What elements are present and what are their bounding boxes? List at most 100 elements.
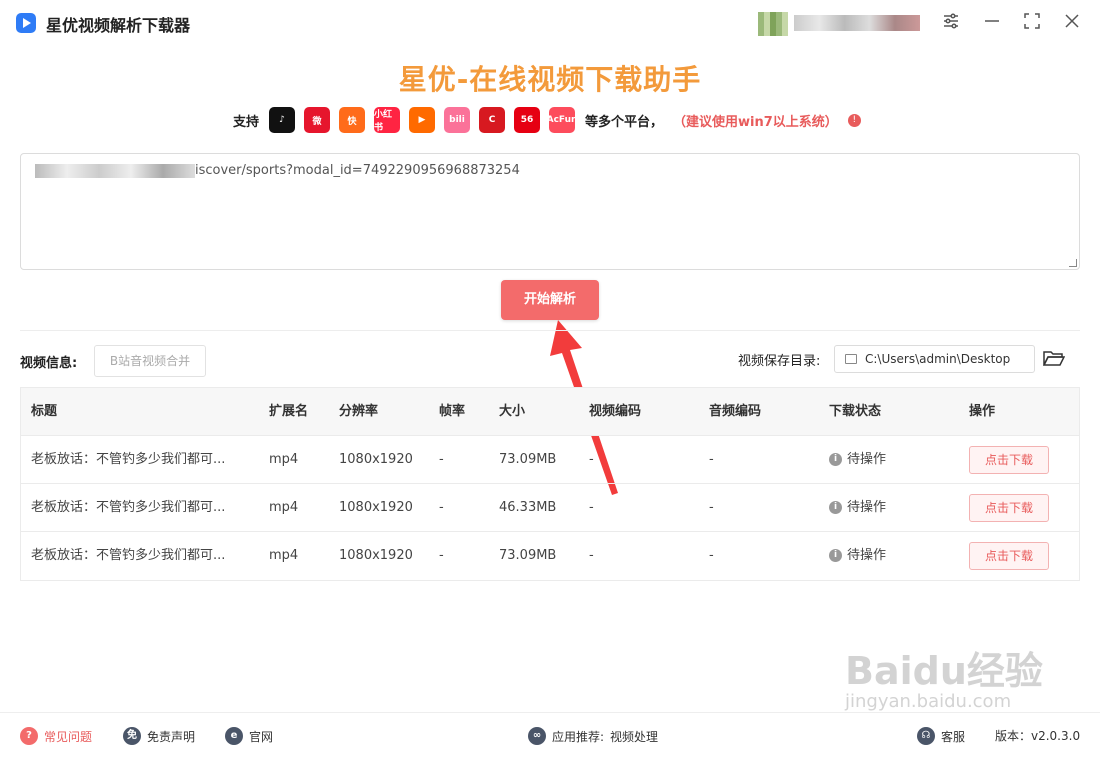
recommend-value: 视频处理	[610, 729, 659, 744]
col-action: 操作	[969, 404, 996, 419]
bilibili-merge-button[interactable]: B站音视频合并	[94, 345, 206, 377]
url-text: iscover/sports?modal_id=7492290956968873…	[195, 163, 520, 178]
footer: ? 常见问题 免 免责声明 e 官网 ∞ 应用推荐: 视频处理 ☊ 客服 版本：…	[0, 712, 1100, 760]
watermark-main: Baidu经验	[845, 649, 1043, 693]
tiktok-icon: ♪	[269, 107, 296, 133]
website-label: 官网	[249, 729, 274, 744]
url-input[interactable]: iscover/sports?modal_id=7492290956968873…	[20, 153, 1080, 270]
minimize-icon[interactable]	[981, 12, 1003, 34]
close-icon[interactable]	[1061, 12, 1083, 34]
info-icon[interactable]: !	[847, 113, 861, 127]
status-info-icon: i	[829, 453, 842, 466]
platform-icon-list: ♪ 微快小红书 ▶ bili C 56 AcFun	[269, 107, 577, 133]
supported-platforms: 支持 ♪ 微快小红书 ▶ bili C 56 AcFun 等多个平台， （建议使用win7以…	[233, 106, 861, 134]
cell-title: 老板放话：不管钓多少我们都可...	[31, 500, 226, 515]
download-button[interactable]: 点击下载	[969, 446, 1049, 474]
status-text: 待操作	[847, 452, 887, 467]
app-title: 星优视频解析下载器	[46, 16, 191, 35]
cell-fps: -	[439, 500, 444, 515]
cell-size: 73.09MB	[499, 548, 557, 563]
bilibili-icon: bili	[444, 107, 471, 133]
cell-title: 老板放话：不管钓多少我们都可...	[31, 452, 226, 467]
video-info-label: 视频信息:	[20, 356, 78, 371]
cell-resolution: 1080x1920	[339, 500, 413, 515]
cell-fps: -	[439, 452, 444, 467]
table-row: 老板放话：不管钓多少我们都可... mp4 1080x1920 - 73.09MB - - i…	[21, 436, 1079, 484]
download-button[interactable]: 点击下载	[969, 494, 1049, 522]
cell-ext: mp4	[269, 548, 299, 563]
cell-fps: -	[439, 548, 444, 563]
save-dir-input[interactable]: C:\Users\admin\Desktop	[834, 345, 1035, 373]
cell-audio-codec: -	[709, 452, 714, 467]
save-dir-label: 视频保存目录:	[738, 354, 821, 369]
cell-size: 46.33MB	[499, 500, 557, 515]
cell-status: i 待操作	[829, 436, 886, 484]
kuaishou-icon: 快	[339, 107, 366, 133]
link-icon: ∞	[528, 727, 546, 745]
folder-icon	[845, 354, 857, 364]
save-dir-path: C:\Users\admin\Desktop	[865, 352, 1011, 366]
browser-icon: e	[225, 727, 243, 745]
cell-ext: mp4	[269, 452, 299, 467]
app-logo-icon	[16, 13, 36, 33]
user-avatar[interactable]	[758, 12, 788, 36]
col-resolution: 分辨率	[339, 404, 379, 419]
col-title: 标题	[31, 404, 58, 419]
cell-ext: mp4	[269, 500, 299, 515]
cell-status: i 待操作	[829, 484, 886, 532]
col-ext: 扩展名	[269, 404, 309, 419]
headset-icon: ☊	[917, 727, 935, 745]
version-label: 版本：v2.0.3.0	[995, 729, 1081, 743]
start-parse-button[interactable]: 开始解析	[501, 280, 599, 320]
resize-grip-icon[interactable]	[1069, 259, 1077, 267]
table-header: 标题 扩展名 分辨率 帧率 大小 视频编码 音频编码 下载状态 操作	[21, 388, 1079, 436]
cell-video-codec: -	[589, 500, 594, 515]
support-label: 客服	[941, 729, 966, 744]
col-audio-codec: 音频编码	[709, 404, 762, 419]
maximize-icon[interactable]	[1021, 12, 1043, 34]
status-info-icon: i	[829, 501, 842, 514]
table-row: 老板放话：不管钓多少我们都可... mp4 1080x1920 - 73.09MB - - i…	[21, 532, 1079, 580]
table-body: 老板放话：不管钓多少我们都可... mp4 1080x1920 - 73.09MB - - i…	[21, 436, 1079, 580]
platforms-more: 等多个平台，	[585, 114, 664, 130]
app-recommend[interactable]: ∞ 应用推荐: 视频处理	[528, 727, 658, 745]
website-link[interactable]: e 官网	[225, 727, 273, 745]
col-size: 大小	[499, 404, 526, 419]
version-info: 版本：v2.0.3.0	[995, 727, 1080, 744]
slogan-heading: 星优-在线视频下载助手	[398, 63, 702, 96]
support-link[interactable]: ☊ 客服	[917, 727, 965, 745]
baidu-watermark: Baidu经验 jingyan.baidu.com	[845, 640, 1045, 712]
recommend-label: 应用推荐:	[552, 729, 605, 744]
faq-label: 常见问题	[44, 729, 93, 744]
disclaimer-link[interactable]: 免 免责声明	[123, 727, 195, 745]
cctv-icon: C	[479, 107, 506, 133]
weibo-icon: 微	[304, 107, 331, 133]
disclaimer-icon: 免	[123, 727, 141, 745]
question-icon: ?	[20, 727, 38, 745]
app-window: 星优视频解析下载器 星优-在线视频下载助手 支持 ♪ 微快小红书 ▶ bili C 56 A…	[0, 0, 1100, 760]
status-text: 待操作	[847, 548, 887, 563]
cell-resolution: 1080x1920	[339, 452, 413, 467]
system-note: （建议使用win7以上系统）	[673, 114, 838, 130]
status-info-icon: i	[829, 549, 842, 562]
cell-video-codec: -	[589, 548, 594, 563]
faq-link[interactable]: ? 常见问题	[20, 727, 92, 745]
folder-open-icon[interactable]	[1043, 349, 1065, 367]
56-icon: 56	[514, 107, 541, 133]
cell-audio-codec: -	[709, 548, 714, 563]
title-bar: 星优视频解析下载器	[0, 0, 1100, 46]
tencent-video-icon: ▶	[409, 107, 436, 133]
platforms-label: 支持	[233, 114, 260, 130]
cell-audio-codec: -	[709, 500, 714, 515]
col-status: 下载状态	[829, 404, 882, 419]
download-button[interactable]: 点击下载	[969, 542, 1049, 570]
video-table: 标题 扩展名 分辨率 帧率 大小 视频编码 音频编码 下载状态 操作 老板放话：…	[20, 387, 1080, 581]
cell-resolution: 1080x1920	[339, 548, 413, 563]
cell-video-codec: -	[589, 452, 594, 467]
status-text: 待操作	[847, 500, 887, 515]
settings-sliders-icon[interactable]	[940, 12, 962, 34]
acfun-icon: AcFun	[547, 107, 577, 133]
cell-size: 73.09MB	[499, 452, 557, 467]
section-divider	[20, 330, 1080, 331]
cell-title: 老板放话：不管钓多少我们都可...	[31, 548, 226, 563]
